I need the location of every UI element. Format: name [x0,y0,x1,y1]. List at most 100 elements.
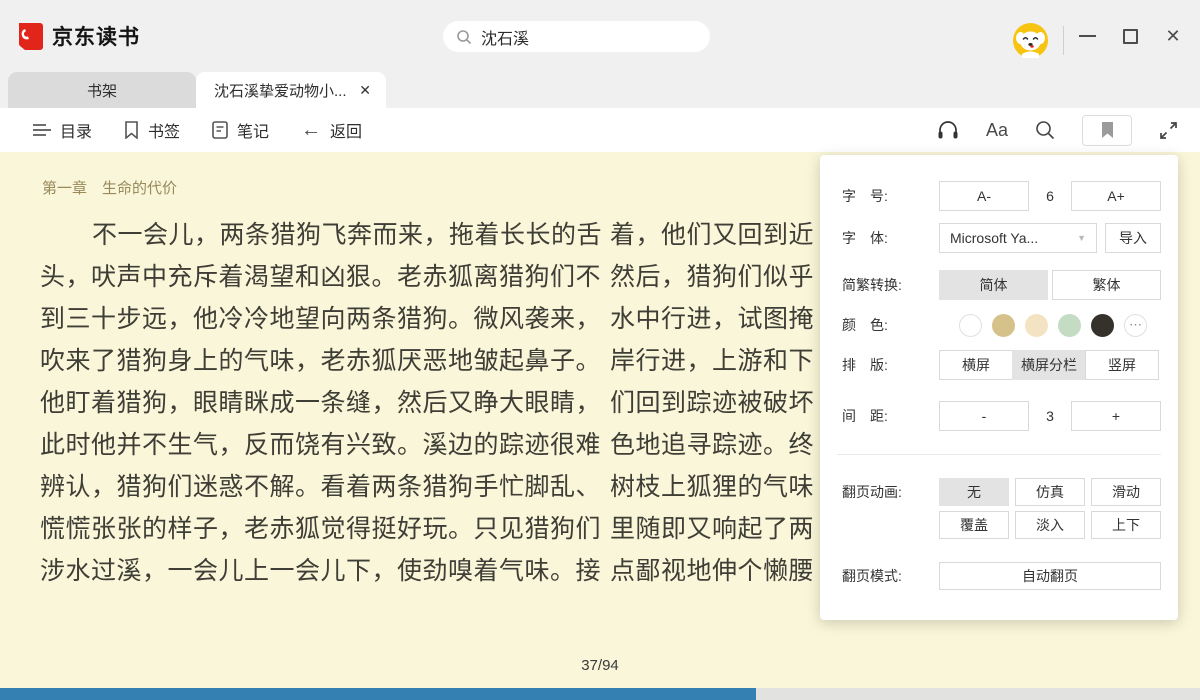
animation-slide-button[interactable]: 滑动 [1091,478,1161,506]
layout-portrait-button[interactable]: 竖屏 [1085,350,1159,380]
page-animation-row-2: 覆盖 淡入 上下 [842,510,1139,540]
jd-read-logo-icon [16,23,43,50]
chapter-title: 第一章 生命的代价 [42,177,177,198]
animation-fade-button[interactable]: 淡入 [1015,511,1085,539]
tab-bookshelf[interactable]: 书架 [8,72,196,108]
color-label: 颜 色: [842,315,917,335]
color-swatch-cream[interactable] [1025,314,1048,337]
color-swatch-green[interactable] [1058,314,1081,337]
animation-cover-button[interactable]: 覆盖 [939,511,1009,539]
page-animation-label: 翻页动画: [842,482,917,502]
tab-close-icon[interactable]: ✕ [359,82,371,99]
add-bookmark-button[interactable] [1082,115,1132,146]
maximize-icon [1123,29,1138,44]
font-size-label: 字 号: [842,186,917,206]
search-in-book-icon[interactable] [1035,120,1055,140]
back-arrow-icon: ← [301,120,321,140]
text-line: 吹来了猎狗身上的气味，老赤狐厌恶地皱起鼻子。 [40,340,596,382]
page-animation-controls-2: 覆盖 淡入 上下 [939,510,1161,540]
color-swatch-tan[interactable] [992,314,1015,337]
display-settings-panel: 字 号: A- 6 A+ 字 体: Microsoft Ya... ▼ 导入 简… [820,155,1178,620]
page-animation-controls-1: 无 仿真 滑动 [939,477,1161,507]
reading-progress-bar[interactable] [0,688,1200,700]
text-line: 涉水过溪，一会儿上一会儿下，使劲嗅着气味。接 [40,550,596,592]
color-row: 颜 色: ⋯ [842,310,1139,340]
toc-button[interactable]: 目录 [32,118,92,142]
auto-page-turn-button[interactable]: 自动翻页 [939,562,1161,590]
color-swatches: ⋯ [959,314,1161,337]
close-button[interactable]: ✕ [1164,27,1182,45]
note-icon [212,121,228,139]
tab-current-book[interactable]: 沈石溪挚爱动物小... ✕ [196,72,386,108]
font-size-increase-button[interactable]: A+ [1071,181,1161,211]
spacing-value: 3 [1029,408,1071,424]
text-line: 此时他并不生气，反而饶有兴致。溪边的踪迹很难 [40,424,596,466]
reading-progress-fill [0,688,756,700]
back-button[interactable]: ← 返回 [301,118,362,142]
traditional-button[interactable]: 繁体 [1052,270,1161,300]
fullscreen-icon[interactable] [1159,121,1178,140]
text-line: 慌慌张张的样子，老赤狐觉得挺好玩。只见猎狗们 [40,508,596,550]
font-family-controls: Microsoft Ya... ▼ 导入 [939,223,1161,253]
tab-label: 沈石溪挚爱动物小... [214,80,347,101]
app-title: 京东读书 [52,21,140,51]
search-input[interactable] [481,28,681,46]
layout-landscape-button[interactable]: 横屏 [939,350,1013,380]
maximize-button[interactable] [1121,27,1139,45]
font-settings-button[interactable]: Aa [986,120,1008,141]
spacing-label: 间 距: [842,406,917,426]
import-font-button[interactable]: 导入 [1105,223,1161,253]
more-colors-button[interactable]: ⋯ [1124,314,1147,337]
tab-label: 书架 [87,80,117,101]
layout-row: 排 版: 横屏 横屏分栏 竖屏 [842,350,1139,380]
page-mode-label: 翻页模式: [842,566,917,586]
color-swatch-white[interactable] [959,314,982,337]
animation-none-button[interactable]: 无 [939,478,1009,506]
layout-controls: 横屏 横屏分栏 竖屏 [939,350,1161,380]
spacing-increase-button[interactable]: + [1071,401,1161,431]
notes-label: 笔记 [237,118,269,142]
user-avatar[interactable] [1013,23,1048,58]
toc-icon [32,122,51,138]
font-family-row: 字 体: Microsoft Ya... ▼ 导入 [842,223,1139,253]
text-line: 不一会儿，两条猎狗飞奔而来，拖着长长的舌 [40,214,596,256]
bookmark-list-label: 书签 [148,118,180,142]
window-controls: ✕ [1078,0,1182,72]
minimize-icon [1079,35,1096,37]
minimize-button[interactable] [1078,27,1096,45]
text-line: 到三十步远，他冷冷地望向两条猎狗。微风袭来， [40,298,596,340]
layout-landscape-columns-button[interactable]: 横屏分栏 [1012,350,1086,380]
bookmark-list-button[interactable]: 书签 [124,118,180,142]
spacing-controls: - 3 + [939,401,1161,431]
font-family-dropdown[interactable]: Microsoft Ya... ▼ [939,223,1097,253]
chevron-down-icon: ▼ [1077,233,1086,243]
simplified-button[interactable]: 简体 [939,270,1048,300]
conversion-row: 简繁转换: 简体 繁体 [842,270,1139,300]
bookmark-filled-icon [1101,122,1114,138]
conversion-label: 简繁转换: [842,275,917,295]
spacing-decrease-button[interactable]: - [939,401,1029,431]
page-mode-row: 翻页模式: 自动翻页 [842,561,1139,591]
animation-realistic-button[interactable]: 仿真 [1015,478,1085,506]
bookmark-icon [124,121,139,139]
search-box[interactable] [443,21,710,52]
tab-bar: 书架 沈石溪挚爱动物小... ✕ [0,72,1200,108]
page-mode-controls: 自动翻页 [939,561,1161,591]
listen-headphones-icon[interactable] [937,120,959,140]
page-animation-row-1: 翻页动画: 无 仿真 滑动 [842,477,1139,507]
font-size-row: 字 号: A- 6 A+ [842,181,1139,211]
font-size-value: 6 [1029,188,1071,204]
notes-button[interactable]: 笔记 [212,118,269,142]
titlebar-divider [1063,26,1064,55]
close-icon: ✕ [1165,27,1180,45]
layout-label: 排 版: [842,355,917,375]
spacing-row: 间 距: - 3 + [842,401,1139,431]
font-size-decrease-button[interactable]: A- [939,181,1029,211]
toc-label: 目录 [60,118,92,142]
panel-divider [837,454,1161,455]
titlebar: 京东读书 ✕ [0,0,1200,72]
color-swatch-dark[interactable] [1091,314,1114,337]
app-logo: 京东读书 [16,21,140,51]
animation-updown-button[interactable]: 上下 [1091,511,1161,539]
font-size-controls: A- 6 A+ [939,181,1161,211]
